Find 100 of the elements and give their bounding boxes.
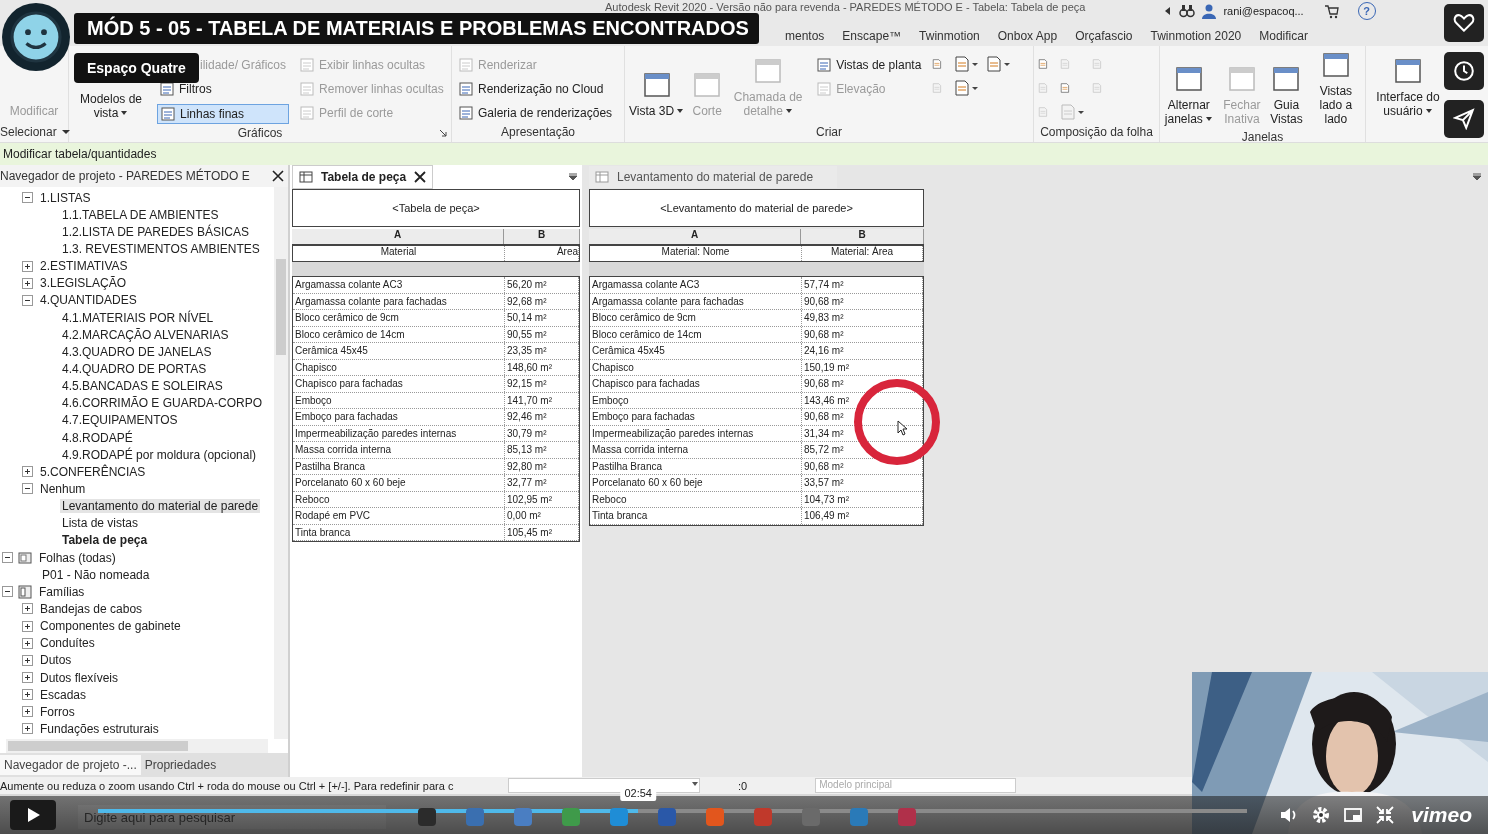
- table-cell[interactable]: Bloco cerâmico de 14cm: [590, 326, 802, 342]
- column-letter[interactable]: B: [504, 229, 580, 244]
- ribbon-tab[interactable]: mentos: [785, 29, 825, 43]
- table-cell[interactable]: 90,68 m²: [802, 458, 923, 474]
- tree-item[interactable]: Bandejas de cabos: [38, 601, 145, 616]
- column-letter[interactable]: A: [589, 229, 801, 244]
- tree-item[interactable]: 4.4.QUADRO DE PORTAS: [60, 361, 209, 376]
- tree-item[interactable]: Lista de vistas: [60, 516, 141, 531]
- tree-item[interactable]: Nenhum: [38, 481, 88, 496]
- tree-item[interactable]: Conduítes: [38, 636, 97, 651]
- tree-item[interactable]: P01 - Não nomeada: [40, 567, 152, 582]
- table-cell[interactable]: Emboço para fachadas: [590, 409, 802, 425]
- tree-item[interactable]: Dutos: [38, 653, 74, 668]
- tree-item[interactable]: 4.QUANTIDADES: [38, 293, 139, 308]
- table-cell[interactable]: Argamassa colante para fachadas: [293, 293, 505, 309]
- ribbon-tab[interactable]: Orçafascio: [1075, 29, 1133, 43]
- table-cell[interactable]: 33,57 m²: [802, 475, 923, 491]
- table-cell[interactable]: Massa corrida interna: [293, 442, 505, 458]
- table-cell[interactable]: Massa corrida interna: [590, 442, 802, 458]
- tree-item[interactable]: Levantamento do material de parede: [60, 499, 261, 514]
- table-cell[interactable]: 24,16 m²: [802, 343, 923, 359]
- tree-item[interactable]: 4.5.BANCADAS E SOLEIRAS: [60, 379, 225, 394]
- table-cell[interactable]: Cerâmica 45x45: [590, 343, 802, 359]
- table-cell[interactable]: 143,46 m²: [802, 392, 923, 408]
- table-cell[interactable]: 141,70 m²: [505, 392, 579, 408]
- table-cell[interactable]: Bloco cerâmico de 9cm: [590, 310, 802, 326]
- table-cell[interactable]: 90,68 m²: [802, 376, 923, 392]
- column-header[interactable]: Área: [505, 246, 579, 261]
- table-cell[interactable]: Impermeabilização paredes internas: [590, 425, 802, 441]
- tree-item[interactable]: Dutos flexíveis: [38, 670, 121, 685]
- table-cell[interactable]: Chapisco: [590, 359, 802, 375]
- table-cell[interactable]: Rodapé em PVC: [293, 508, 505, 524]
- table-cell[interactable]: 85,72 m²: [802, 442, 923, 458]
- table-cell[interactable]: Emboço: [293, 392, 505, 408]
- ribbon-tab[interactable]: Modificar: [1259, 29, 1308, 43]
- tree-item[interactable]: Componentes de gabinete: [38, 619, 183, 634]
- tree-item[interactable]: 3.LEGISLAÇÃO: [38, 276, 129, 291]
- panel-tab[interactable]: Propriedades: [140, 755, 221, 775]
- table-cell[interactable]: 104,73 m²: [802, 491, 923, 507]
- panel-tab[interactable]: Navegador de projeto -...: [0, 755, 141, 775]
- ribbon-tool[interactable]: Modelos de vista: [73, 92, 149, 124]
- column-header[interactable]: Material: Nome: [590, 246, 802, 261]
- table-cell[interactable]: 30,79 m²: [505, 425, 579, 441]
- tree-item[interactable]: 4.1.MATERIAIS POR NÍVEL: [60, 310, 216, 325]
- table-cell[interactable]: Argamassa colante AC3: [293, 277, 505, 293]
- table-cell[interactable]: Porcelanato 60 x 60 beje: [590, 475, 802, 491]
- ribbon-tool[interactable]: Vistas lado a lado: [1310, 50, 1361, 130]
- table-cell[interactable]: 105,45 m²: [505, 524, 579, 540]
- table-cell[interactable]: 102,95 m²: [505, 491, 579, 507]
- ribbon-tool[interactable]: Linhas finas: [157, 104, 290, 124]
- table-cell[interactable]: 57,74 m²: [802, 277, 923, 293]
- ribbon-tool[interactable]: Guia Vistas: [1270, 50, 1303, 130]
- table-cell[interactable]: Reboco: [293, 491, 505, 507]
- tree-item[interactable]: 4.6.CORRIMÃO E GUARDA-CORPO: [60, 396, 265, 411]
- ribbon-tool[interactable]: Alternar janelas: [1164, 50, 1214, 130]
- ribbon-tool[interactable]: Vistas de planta: [814, 56, 925, 74]
- tree-item[interactable]: 2.ESTIMATIVAS: [38, 259, 130, 274]
- tree-item[interactable]: 5.CONFERÊNCIAS: [38, 464, 148, 479]
- tree-item[interactable]: 4.8.RODAPÉ: [60, 430, 135, 445]
- table-cell[interactable]: Tinta branca: [293, 524, 505, 540]
- tree-item[interactable]: Forros: [38, 704, 77, 719]
- ribbon-tool[interactable]: Interface do usuário: [1370, 50, 1446, 122]
- ribbon-tool[interactable]: Galeria de renderizações: [456, 104, 616, 122]
- table-cell[interactable]: Chapisco para fachadas: [293, 376, 505, 392]
- table-cell[interactable]: Tinta branca: [590, 508, 802, 524]
- table-cell[interactable]: 50,14 m²: [505, 310, 579, 326]
- table-cell[interactable]: Pastilha Branca: [293, 458, 505, 474]
- table-cell[interactable]: 32,77 m²: [505, 475, 579, 491]
- table-cell[interactable]: 90,68 m²: [802, 293, 923, 309]
- tree-item[interactable]: 4.3.QUADRO DE JANELAS: [60, 344, 214, 359]
- table-cell[interactable]: Porcelanato 60 x 60 beje: [293, 475, 505, 491]
- table-cell[interactable]: 148,60 m²: [505, 359, 579, 375]
- column-letter[interactable]: B: [801, 229, 924, 244]
- ribbon-tab[interactable]: Enscape™: [842, 29, 902, 43]
- table-cell[interactable]: 92,80 m²: [505, 458, 579, 474]
- ribbon-tool[interactable]: Renderização no Cloud: [456, 80, 616, 98]
- tree-item[interactable]: 1.1.TABELA DE AMBIENTES: [60, 207, 221, 222]
- table-cell[interactable]: 150,19 m²: [802, 359, 923, 375]
- channel-name[interactable]: Espaço Quatre: [74, 53, 199, 83]
- table-cell[interactable]: Pastilha Branca: [590, 458, 802, 474]
- table-cell[interactable]: 106,49 m²: [802, 508, 923, 524]
- tree-item[interactable]: 1.LISTAS: [38, 190, 93, 205]
- table-cell[interactable]: Chapisco: [293, 359, 505, 375]
- ribbon-tab[interactable]: Twinmotion: [919, 29, 980, 43]
- table-cell[interactable]: 92,68 m²: [505, 293, 579, 309]
- view-tab[interactable]: Levantamento do material de parede: [589, 166, 837, 188]
- user-name[interactable]: rani@espacoq...: [1223, 5, 1304, 17]
- table-cell[interactable]: 90,55 m²: [505, 326, 579, 342]
- tree-item[interactable]: 4.2.MARCAÇÃO ALVENARIAS: [60, 327, 231, 342]
- tree-item[interactable]: 4.7.EQUIPAMENTOS: [60, 413, 180, 428]
- table-cell[interactable]: Emboço: [590, 392, 802, 408]
- tree-item[interactable]: Folhas (todas): [37, 550, 118, 565]
- table-cell[interactable]: 90,68 m²: [802, 326, 923, 342]
- table-cell[interactable]: Bloco cerâmico de 9cm: [293, 310, 505, 326]
- tree-item[interactable]: Fundações estruturais: [38, 721, 161, 736]
- tree-item[interactable]: 4.9.RODAPÉ por moldura (opcional): [60, 447, 259, 462]
- table-cell[interactable]: 92,15 m²: [505, 376, 579, 392]
- table-cell[interactable]: 56,20 m²: [505, 277, 579, 293]
- column-header[interactable]: Material: Área: [802, 246, 923, 261]
- tree-item[interactable]: 1.3. REVESTIMENTOS AMBIENTES: [60, 242, 262, 256]
